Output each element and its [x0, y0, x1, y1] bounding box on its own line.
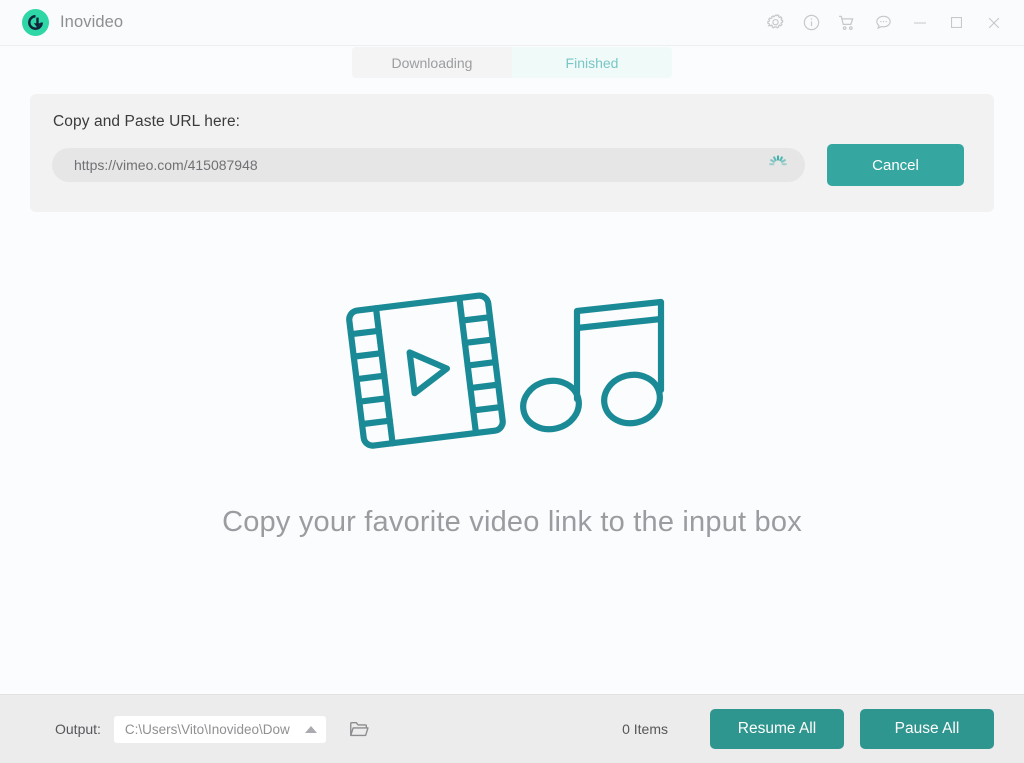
app-window: Inovideo Downloading Finished Copy and P… — [0, 0, 1024, 763]
output-path-select[interactable]: C:\Users\Vito\Inovideo\Dow — [113, 715, 326, 743]
app-brand: Inovideo — [22, 9, 123, 36]
info-icon[interactable] — [793, 3, 829, 43]
feedback-icon[interactable] — [865, 3, 901, 43]
loading-spinner-icon — [767, 154, 789, 176]
pause-all-button[interactable]: Pause All — [860, 709, 994, 749]
url-panel: Copy and Paste URL here: https://vimeo.c… — [30, 94, 994, 212]
empty-state-message: Copy your favorite video link to the inp… — [222, 506, 802, 538]
folder-open-icon[interactable] — [346, 716, 372, 742]
download-circle-logo-icon — [22, 9, 49, 36]
film-strip-and-music-note-icon — [346, 289, 678, 454]
url-input-value: https://vimeo.com/415087948 — [74, 157, 258, 173]
settings-icon[interactable] — [757, 3, 793, 43]
minimize-icon[interactable] — [901, 3, 938, 43]
caret-up-icon[interactable] — [304, 725, 317, 733]
resume-all-button[interactable]: Resume All — [710, 709, 844, 749]
bottom-bar: Output: C:\Users\Vito\Inovideo\Dow 0 Ite… — [0, 694, 1024, 763]
title-bar: Inovideo — [0, 0, 1024, 46]
url-input-row: https://vimeo.com/415087948 Cancel — [52, 144, 964, 186]
url-input[interactable]: https://vimeo.com/415087948 — [52, 148, 805, 182]
tab-downloading-label: Downloading — [391, 54, 473, 71]
maximize-icon[interactable] — [938, 3, 975, 43]
tab-finished-label: Finished — [565, 54, 619, 71]
cancel-button[interactable]: Cancel — [827, 144, 964, 186]
output-label: Output: — [55, 721, 101, 737]
output-path-value: C:\Users\Vito\Inovideo\Dow — [124, 721, 290, 737]
url-panel-label: Copy and Paste URL here: — [53, 113, 241, 130]
app-title: Inovideo — [60, 13, 124, 31]
tab-finished[interactable]: Finished — [512, 47, 672, 78]
tab-bar: Downloading Finished — [0, 46, 1024, 89]
window-controls — [757, 3, 1012, 43]
tab-downloading[interactable]: Downloading — [352, 47, 512, 78]
tab-group: Downloading Finished — [352, 47, 672, 78]
items-count: 0 Items — [622, 721, 668, 737]
cart-icon[interactable] — [829, 3, 865, 43]
close-icon[interactable] — [975, 3, 1012, 43]
empty-state: Copy your favorite video link to the inp… — [0, 212, 1024, 694]
